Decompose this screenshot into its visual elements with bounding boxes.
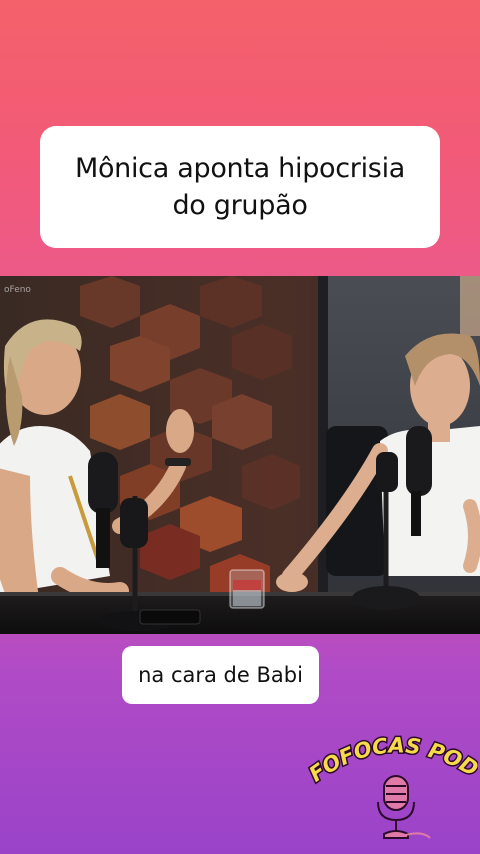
caption-box: na cara de Babi (122, 646, 319, 704)
title-card: Mônica aponta hipocrisia do grupão (40, 126, 440, 248)
water-glass (229, 569, 265, 609)
logo-graphic: FOFOCAS PODS (297, 706, 480, 839)
microphone-icon (377, 775, 431, 839)
title-line-1: Mônica aponta hipocrisia (74, 152, 406, 184)
title-text: Mônica aponta hipocrisia do grupão (75, 150, 405, 225)
fofocas-pods-logo: FOFOCAS PODS (297, 706, 480, 846)
podcast-scene (0, 276, 480, 634)
video-frame[interactable] (0, 276, 480, 634)
title-line-2: do grupão (172, 190, 308, 221)
caption-text: na cara de Babi (138, 663, 303, 687)
video-watermark: oFeno (4, 285, 31, 295)
